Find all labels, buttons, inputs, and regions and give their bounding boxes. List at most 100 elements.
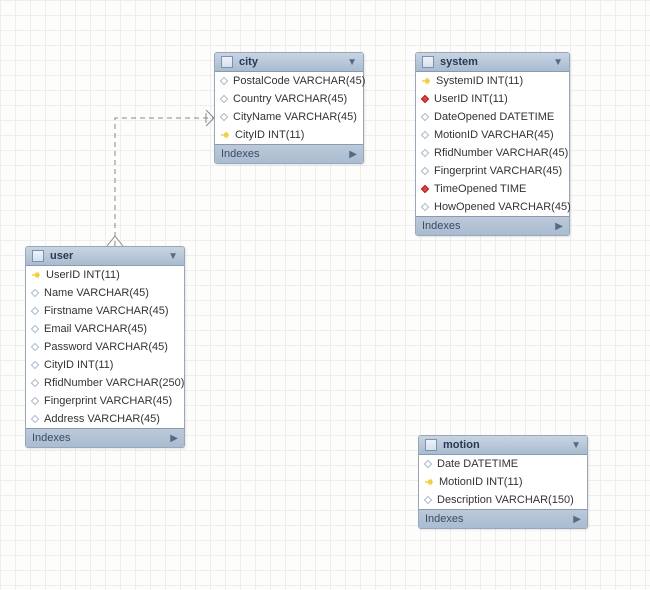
indexes-section[interactable]: Indexes▶	[215, 144, 363, 163]
column-label: Firstname VARCHAR(45)	[44, 305, 169, 317]
column-label: Fingerprint VARCHAR(45)	[434, 165, 562, 177]
column-row[interactable]: UserID INT(11)	[26, 266, 184, 284]
foreign-key-icon	[421, 185, 429, 193]
column-label: Address VARCHAR(45)	[44, 413, 160, 425]
column-icon	[220, 95, 228, 103]
column-row[interactable]: DateOpened DATETIME	[416, 108, 569, 126]
table-icon	[32, 250, 44, 262]
column-row[interactable]: CityID INT(11)	[26, 356, 184, 374]
column-row[interactable]: MotionID VARCHAR(45)	[416, 126, 569, 144]
table-title: motion	[443, 439, 565, 451]
collapse-icon[interactable]: ▼	[553, 57, 563, 68]
table-title: user	[50, 250, 162, 262]
column-row[interactable]: Firstname VARCHAR(45)	[26, 302, 184, 320]
table-icon	[221, 56, 233, 68]
table-icon	[422, 56, 434, 68]
column-icon	[31, 307, 39, 315]
column-icon	[421, 203, 429, 211]
table-system[interactable]: system ▼ SystemID INT(11) UserID INT(11) Dat…	[415, 52, 570, 236]
column-icon	[421, 149, 429, 157]
column-label: RfidNumber VARCHAR(250)	[44, 377, 184, 389]
foreign-key-icon	[421, 95, 429, 103]
indexes-label: Indexes	[422, 220, 555, 232]
column-label: CityID INT(11)	[44, 359, 113, 371]
column-icon	[31, 415, 39, 423]
column-row[interactable]: CityName VARCHAR(45)	[215, 108, 363, 126]
expand-icon[interactable]: ▶	[573, 514, 581, 525]
column-label: MotionID VARCHAR(45)	[434, 129, 554, 141]
column-label: Description VARCHAR(150)	[437, 494, 574, 506]
table-header[interactable]: motion ▼	[419, 436, 587, 455]
expand-icon[interactable]: ▶	[555, 221, 563, 232]
table-header[interactable]: city ▼	[215, 53, 363, 72]
column-icon	[421, 131, 429, 139]
column-row[interactable]: Fingerprint VARCHAR(45)	[26, 392, 184, 410]
indexes-label: Indexes	[425, 513, 573, 525]
column-label: Name VARCHAR(45)	[44, 287, 149, 299]
table-icon	[425, 439, 437, 451]
column-row[interactable]: Name VARCHAR(45)	[26, 284, 184, 302]
column-label: Email VARCHAR(45)	[44, 323, 147, 335]
table-title: system	[440, 56, 547, 68]
column-icon	[421, 167, 429, 175]
column-label: RfidNumber VARCHAR(45)	[434, 147, 568, 159]
column-label: UserID INT(11)	[434, 93, 508, 105]
table-header[interactable]: user ▼	[26, 247, 184, 266]
column-row[interactable]: Address VARCHAR(45)	[26, 410, 184, 428]
column-icon	[31, 343, 39, 351]
table-user[interactable]: user ▼ UserID INT(11) Name VARCHAR(45) First…	[25, 246, 185, 448]
expand-icon[interactable]: ▶	[170, 433, 178, 444]
column-icon	[424, 460, 432, 468]
collapse-icon[interactable]: ▼	[168, 251, 178, 262]
column-icon	[220, 77, 228, 85]
column-icon	[220, 113, 228, 121]
column-row[interactable]: Country VARCHAR(45)	[215, 90, 363, 108]
column-label: MotionID INT(11)	[439, 476, 523, 488]
table-title: city	[239, 56, 341, 68]
column-label: SystemID INT(11)	[436, 75, 523, 87]
table-motion[interactable]: motion ▼ Date DATETIME MotionID INT(11) Desc…	[418, 435, 588, 529]
column-label: Password VARCHAR(45)	[44, 341, 168, 353]
column-row[interactable]: Email VARCHAR(45)	[26, 320, 184, 338]
indexes-section[interactable]: Indexes▶	[26, 428, 184, 447]
column-row[interactable]: PostalCode VARCHAR(45)	[215, 72, 363, 90]
column-label: DateOpened DATETIME	[434, 111, 554, 123]
column-label: CityName VARCHAR(45)	[233, 111, 357, 123]
column-icon	[31, 397, 39, 405]
column-row[interactable]: UserID INT(11)	[416, 90, 569, 108]
column-label: HowOpened VARCHAR(45)	[434, 201, 571, 213]
column-row[interactable]: Date DATETIME	[419, 455, 587, 473]
column-row[interactable]: Password VARCHAR(45)	[26, 338, 184, 356]
indexes-section[interactable]: Indexes▶	[419, 509, 587, 528]
column-row[interactable]: RfidNumber VARCHAR(250)	[26, 374, 184, 392]
table-header[interactable]: system ▼	[416, 53, 569, 72]
indexes-label: Indexes	[32, 432, 170, 444]
primary-key-icon	[422, 77, 430, 85]
column-icon	[31, 289, 39, 297]
collapse-icon[interactable]: ▼	[347, 57, 357, 68]
table-city[interactable]: city ▼ PostalCode VARCHAR(45) Country VARCH…	[214, 52, 364, 164]
column-row[interactable]: CityID INT(11)	[215, 126, 363, 144]
column-row[interactable]: Description VARCHAR(150)	[419, 491, 587, 509]
indexes-section[interactable]: Indexes▶	[416, 216, 569, 235]
column-icon	[421, 113, 429, 121]
column-row[interactable]: MotionID INT(11)	[419, 473, 587, 491]
column-row[interactable]: TimeOpened TIME	[416, 180, 569, 198]
column-icon	[31, 325, 39, 333]
expand-icon[interactable]: ▶	[349, 149, 357, 160]
column-row[interactable]: Fingerprint VARCHAR(45)	[416, 162, 569, 180]
column-label: UserID INT(11)	[46, 269, 120, 281]
primary-key-icon	[221, 131, 229, 139]
column-row[interactable]: RfidNumber VARCHAR(45)	[416, 144, 569, 162]
column-label: PostalCode VARCHAR(45)	[233, 75, 365, 87]
column-row[interactable]: SystemID INT(11)	[416, 72, 569, 90]
column-label: Country VARCHAR(45)	[233, 93, 347, 105]
indexes-label: Indexes	[221, 148, 349, 160]
column-label: TimeOpened TIME	[434, 183, 526, 195]
collapse-icon[interactable]: ▼	[571, 440, 581, 451]
column-row[interactable]: HowOpened VARCHAR(45)	[416, 198, 569, 216]
column-icon	[31, 379, 39, 387]
primary-key-icon	[32, 271, 40, 279]
column-label: Fingerprint VARCHAR(45)	[44, 395, 172, 407]
column-label: Date DATETIME	[437, 458, 518, 470]
